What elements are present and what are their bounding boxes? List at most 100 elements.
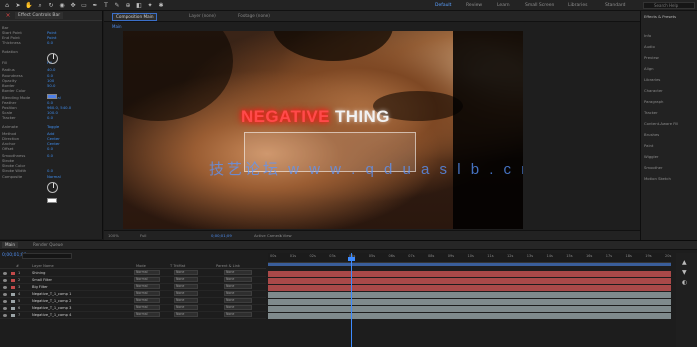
- zoom-in-icon[interactable]: ▲: [682, 259, 687, 266]
- layer-row[interactable]: 4 Negative_T_1_comp 1 Normal None None: [0, 291, 266, 298]
- layer-row[interactable]: 7 Negative_T_1_comp 4 Normal None None: [0, 312, 266, 319]
- clone-stamp-icon[interactable]: ⊕: [124, 2, 132, 9]
- current-time-display[interactable]: 0;00;01;09: [211, 231, 232, 240]
- hand-tool-icon[interactable]: ✋: [25, 2, 33, 9]
- workspace-review[interactable]: Review: [466, 3, 482, 8]
- panel-list-item[interactable]: Tracker: [644, 110, 658, 115]
- layer-name[interactable]: Negative_T_1_comp 3: [32, 305, 71, 312]
- visibility-icon[interactable]: [3, 314, 7, 317]
- layer-trkmat-dropdown[interactable]: None: [174, 270, 198, 275]
- layer-name[interactable]: Negative_T_1_comp 1: [32, 291, 71, 298]
- panel-list-item[interactable]: Paragraph: [644, 99, 663, 104]
- camera-tool-icon[interactable]: ◉: [58, 2, 66, 9]
- fx-row[interactable]: Animate Toggle: [0, 124, 103, 129]
- tab-footage[interactable]: Footage (none): [235, 13, 273, 19]
- tab-render-queue[interactable]: Render Queue: [30, 242, 66, 248]
- fx-row-value[interactable]: 0.0: [47, 168, 53, 173]
- visibility-icon[interactable]: [3, 307, 7, 310]
- visibility-icon[interactable]: [3, 300, 7, 303]
- fx-row[interactable]: Tracker 0.0: [0, 115, 103, 120]
- tab-main[interactable]: Main: [2, 242, 18, 248]
- layer-duration-bar[interactable]: [268, 292, 671, 298]
- tab-layer[interactable]: Layer (none): [186, 13, 219, 19]
- layer-color-label[interactable]: [11, 307, 15, 310]
- panel-list-item[interactable]: Align: [644, 66, 654, 71]
- layer-name[interactable]: Big Filter: [32, 284, 48, 291]
- layer-row[interactable]: 5 Negative_T_1_comp 2 Normal None None: [0, 298, 266, 305]
- layer-color-label[interactable]: [11, 279, 15, 282]
- pan-behind-icon[interactable]: ✥: [69, 2, 77, 9]
- fx-row[interactable]: Radius 40.0: [0, 67, 103, 72]
- layer-duration-bar[interactable]: [268, 313, 671, 319]
- layer-parent-dropdown[interactable]: None: [224, 270, 252, 275]
- layer-color-label[interactable]: [11, 300, 15, 303]
- rotation-dial[interactable]: [47, 53, 58, 64]
- layer-duration-bar[interactable]: [268, 285, 671, 291]
- fx-row-value[interactable]: 0.0: [47, 146, 53, 151]
- fx-row[interactable]: Border Color: [0, 88, 103, 93]
- border-color-swatch[interactable]: [47, 94, 57, 99]
- layer-duration-bar[interactable]: [268, 299, 671, 305]
- zoom-dropdown[interactable]: 100%: [108, 231, 119, 240]
- layer-mode-dropdown[interactable]: Normal: [134, 284, 160, 289]
- layer-mode-dropdown[interactable]: Normal: [134, 277, 160, 282]
- layer-mode-dropdown[interactable]: Normal: [134, 270, 160, 275]
- layer-parent-dropdown[interactable]: None: [224, 312, 252, 317]
- composition-breadcrumb[interactable]: Main: [112, 24, 122, 29]
- fx-row[interactable]: Offset 0.0: [0, 146, 103, 151]
- playhead-handle[interactable]: [348, 257, 355, 261]
- type-tool-icon[interactable]: T: [102, 2, 110, 9]
- panel-list-item[interactable]: Libraries: [644, 77, 660, 82]
- layer-row[interactable]: 2 Small Filter Normal None None: [0, 277, 266, 284]
- layer-color-label[interactable]: [11, 293, 15, 296]
- workspace-libraries[interactable]: Libraries: [568, 3, 587, 8]
- layer-trkmat-dropdown[interactable]: None: [174, 277, 198, 282]
- layer-name[interactable]: Negative_T_1_comp 2: [32, 298, 71, 305]
- layer-color-label[interactable]: [11, 314, 15, 317]
- layer-search-input[interactable]: [22, 253, 72, 259]
- layer-parent-dropdown[interactable]: None: [224, 298, 252, 303]
- layer-row[interactable]: 1 Shining Normal None None: [0, 270, 266, 277]
- layer-parent-dropdown[interactable]: None: [224, 277, 252, 282]
- layer-duration-bar[interactable]: [268, 271, 671, 277]
- layer-mode-dropdown[interactable]: Normal: [134, 305, 160, 310]
- fx-row[interactable]: Composite Normal: [0, 174, 103, 179]
- brush-tool-icon[interactable]: ✎: [113, 2, 121, 9]
- stroke-color-swatch[interactable]: [47, 198, 57, 203]
- layer-mode-dropdown[interactable]: Normal: [134, 312, 160, 317]
- panel-list-item[interactable]: Content-Aware Fill: [644, 121, 678, 126]
- workspace-learn[interactable]: Learn: [497, 3, 510, 8]
- roto-brush-icon[interactable]: ✦: [146, 2, 154, 9]
- search-help-input[interactable]: Search Help: [643, 2, 695, 9]
- resolution-dropdown[interactable]: Full: [140, 231, 147, 240]
- rotate-tool-icon[interactable]: ↻: [47, 2, 55, 9]
- pen-tool-icon[interactable]: ✒: [91, 2, 99, 9]
- workspace-small-screen[interactable]: Small Screen: [525, 3, 554, 8]
- work-area-bar[interactable]: [268, 263, 671, 266]
- composition-viewer[interactable]: NEGATIVE THING 技艺论坛 w w w . q d u a s l …: [123, 31, 523, 229]
- tab-effect-controls[interactable]: Effect Controls Bar: [15, 12, 64, 19]
- workspace-default[interactable]: Default: [435, 3, 451, 8]
- tab-composition[interactable]: Composition Main: [112, 13, 158, 21]
- panel-list-item[interactable]: Audio: [644, 44, 655, 49]
- shape-tool-icon[interactable]: ▭: [80, 2, 88, 9]
- layer-trkmat-dropdown[interactable]: None: [174, 298, 198, 303]
- layer-duration-bar[interactable]: [268, 306, 671, 312]
- angle-dial[interactable]: [47, 182, 58, 193]
- zoom-tool-icon[interactable]: ⌕: [36, 2, 44, 9]
- panel-list-item[interactable]: Paint: [644, 143, 653, 148]
- layer-name[interactable]: Negative_T_1_comp 4: [32, 312, 71, 319]
- close-icon[interactable]: ×: [4, 12, 12, 19]
- layer-color-label[interactable]: [11, 286, 15, 289]
- panel-list-item[interactable]: Info: [644, 33, 651, 38]
- eraser-icon[interactable]: ◧: [135, 2, 143, 9]
- panel-list-item[interactable]: Smoother: [644, 165, 663, 170]
- layer-trkmat-dropdown[interactable]: None: [174, 305, 198, 310]
- layer-trkmat-dropdown[interactable]: None: [174, 284, 198, 289]
- panel-list-item[interactable]: Character: [644, 88, 663, 93]
- layer-trkmat-dropdown[interactable]: None: [174, 291, 198, 296]
- time-ruler[interactable]: 00s 01s 02s 03s 04s 05s 06s 07s 08s 09s 10s 11s 12s 1…: [268, 253, 671, 263]
- panel-list-item[interactable]: Brushes: [644, 132, 659, 137]
- panel-list-item[interactable]: Motion Sketch: [644, 176, 671, 181]
- panel-list-item[interactable]: Preview: [644, 55, 659, 60]
